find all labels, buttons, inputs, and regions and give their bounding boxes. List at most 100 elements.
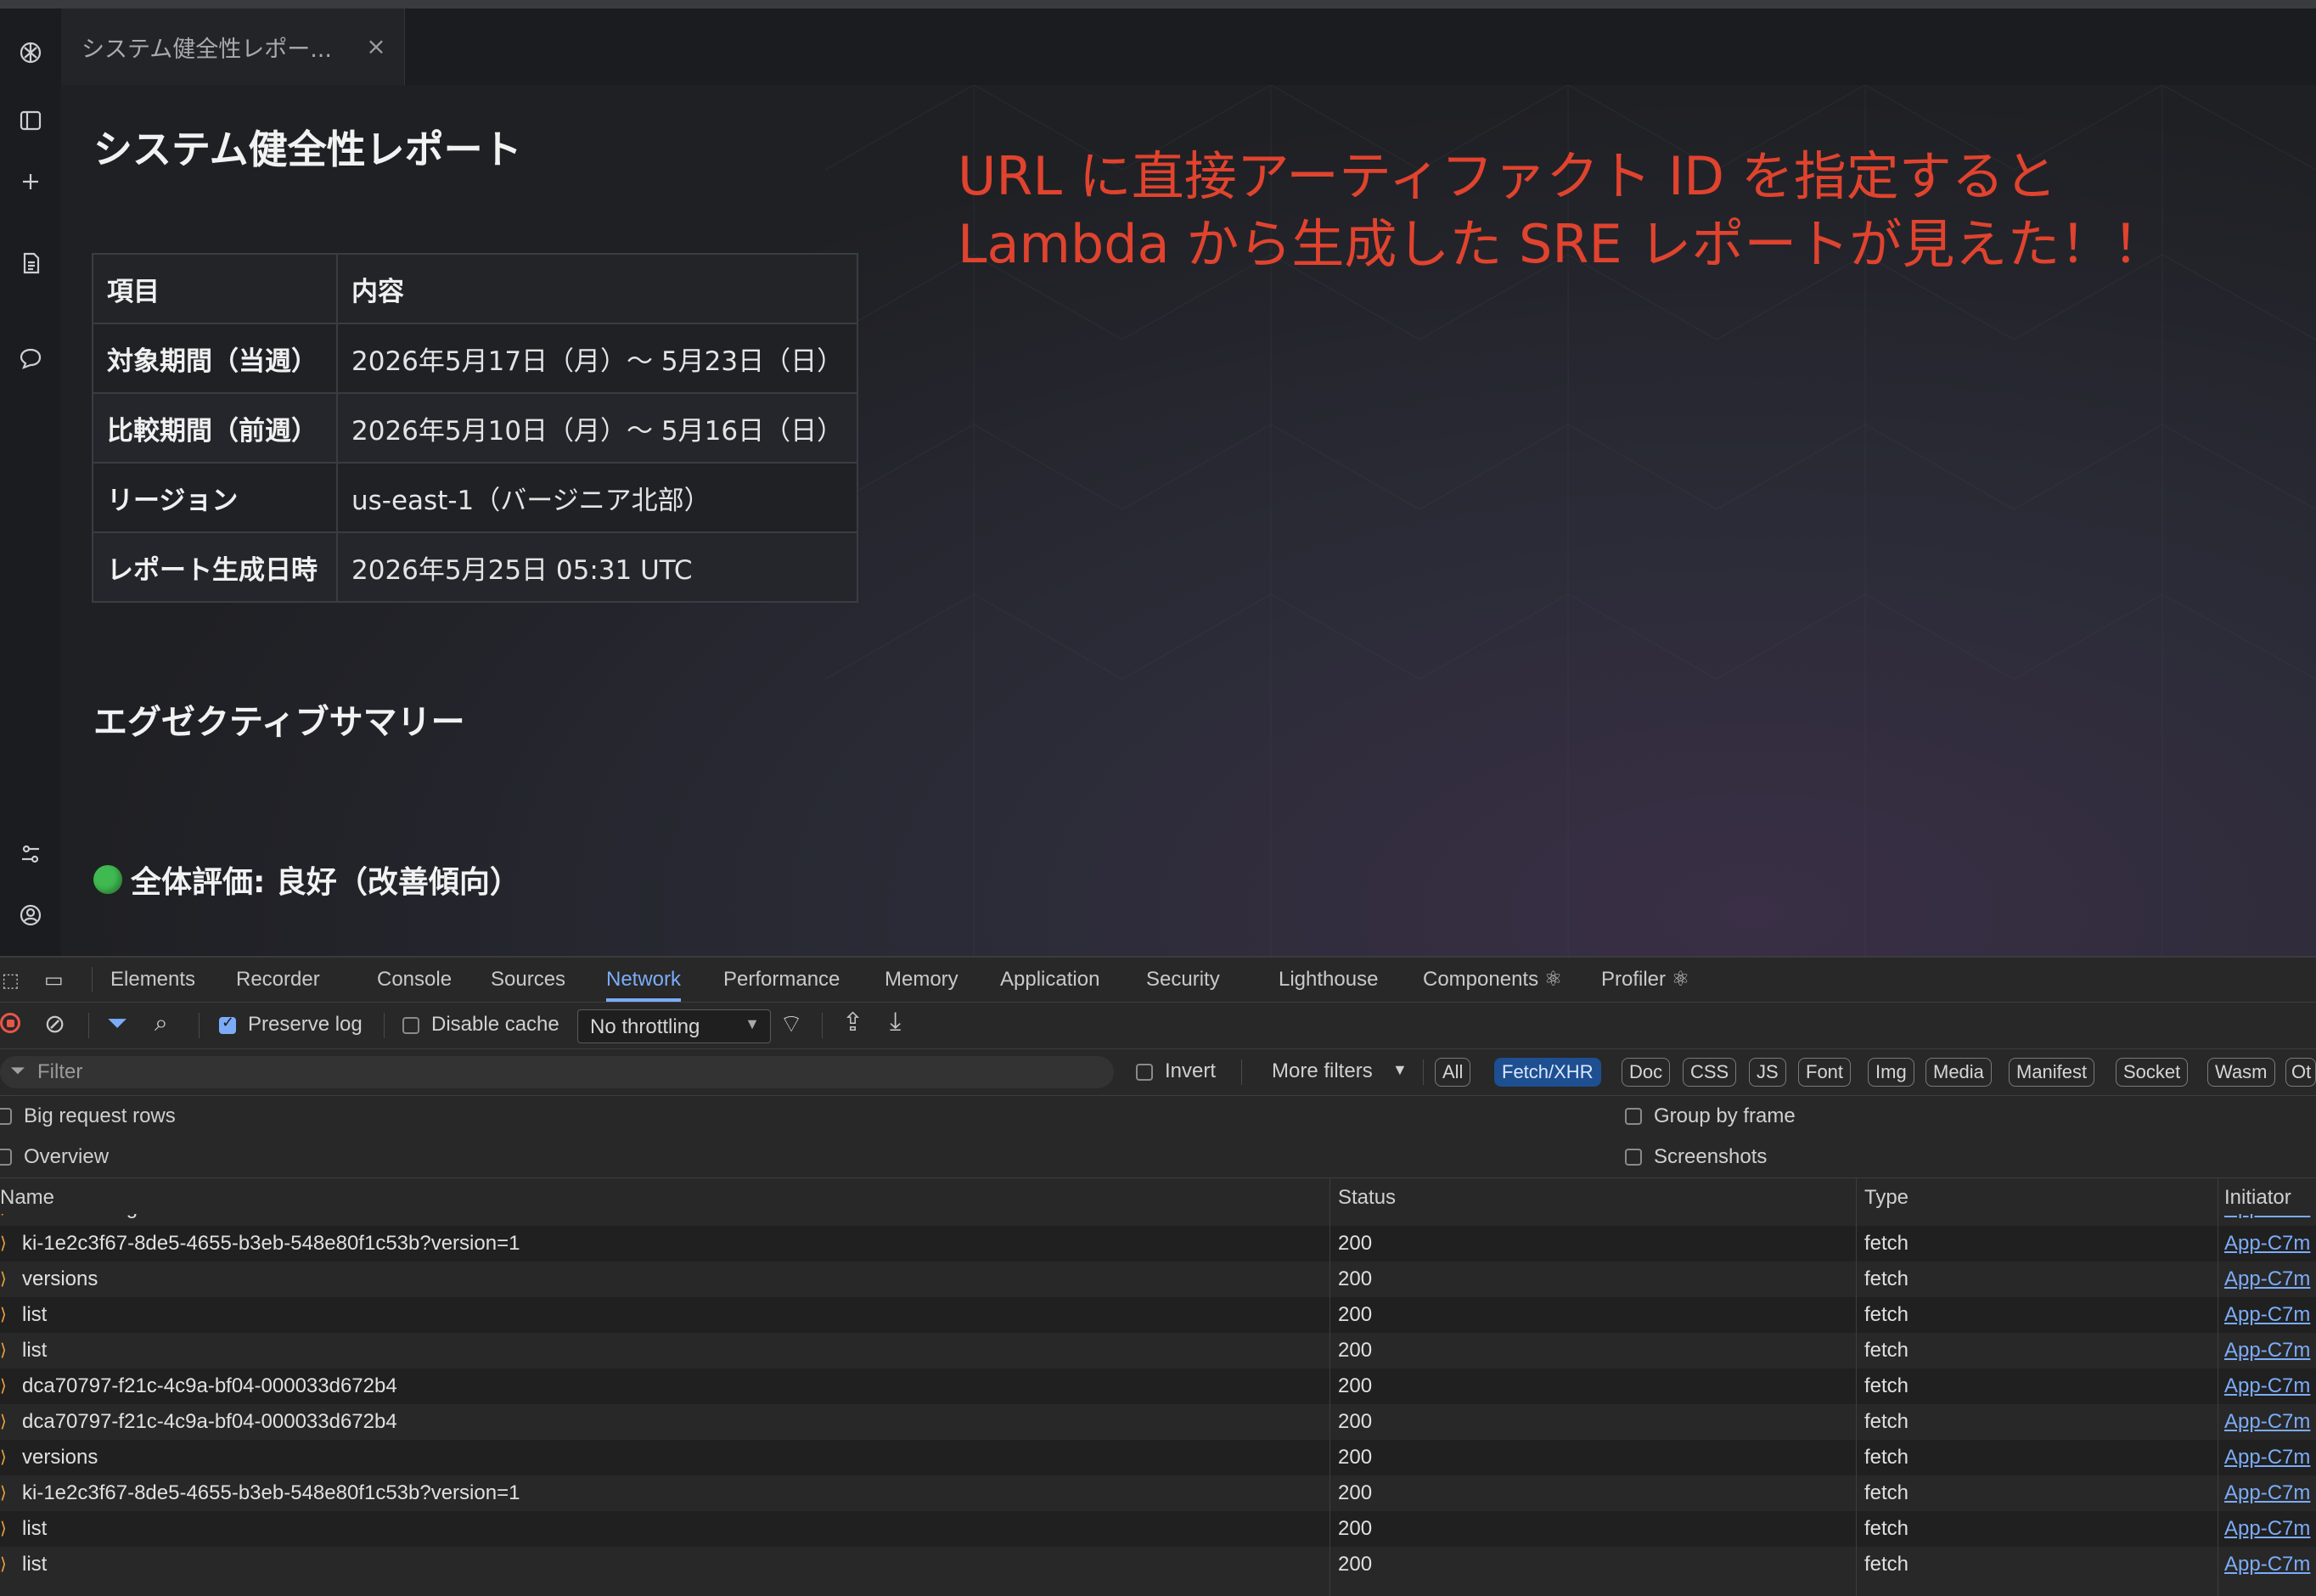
app-logo-icon[interactable] bbox=[12, 34, 49, 71]
export-har-icon[interactable]: ⤓ bbox=[890, 1008, 901, 1037]
throttling-value: No throttling bbox=[590, 1015, 700, 1038]
chip-doc[interactable]: Doc bbox=[1622, 1058, 1671, 1087]
request-type: fetch bbox=[1864, 1339, 1909, 1362]
request-initiator[interactable]: App-C7m bbox=[2224, 1262, 2310, 1297]
row-key: 対象期間（当週） bbox=[92, 323, 338, 394]
table-row[interactable]: ⟩ versions 200 fetch App-C7m bbox=[0, 1440, 2316, 1475]
request-initiator[interactable]: App-C7m bbox=[2224, 1475, 2310, 1511]
tab-memory[interactable]: Memory bbox=[885, 958, 958, 1002]
request-initiator[interactable]: App-C7m bbox=[2224, 1226, 2310, 1262]
chat-bubble-icon[interactable] bbox=[12, 340, 49, 377]
table-row[interactable]: ⟩ ki-1e2c3f67-8de5-4655-b3eb-548e80f1c53… bbox=[0, 1226, 2316, 1262]
tab-bar: システム健全性レポー... × bbox=[61, 8, 2316, 86]
chip-fetch-xhr[interactable]: Fetch/XHR bbox=[1494, 1058, 1601, 1087]
tab-console[interactable]: Console bbox=[377, 958, 452, 1002]
table-row[interactable]: ⟩ list 200 fetch App-C7m bbox=[0, 1333, 2316, 1368]
request-initiator[interactable]: App-C7m bbox=[2224, 1368, 2310, 1404]
more-filters-button[interactable]: More filters bbox=[1272, 1059, 1373, 1083]
request-initiator[interactable]: App-C7m bbox=[2224, 1404, 2310, 1440]
column-header-name[interactable]: Name bbox=[0, 1178, 54, 1214]
request-name: list bbox=[22, 1303, 48, 1326]
chip-media[interactable]: Media bbox=[1925, 1058, 1992, 1087]
settings-sliders-icon[interactable] bbox=[12, 835, 49, 873]
import-har-icon[interactable]: ⇪ bbox=[842, 1008, 863, 1037]
divider bbox=[92, 967, 93, 992]
column-header-status[interactable]: Status bbox=[1338, 1178, 1396, 1214]
device-toolbar-icon[interactable]: ▭ bbox=[44, 968, 64, 992]
fetch-request-icon: ⟩ bbox=[0, 1341, 7, 1360]
inspect-element-icon[interactable]: ⬚ bbox=[2, 969, 20, 992]
tab-performance[interactable]: Performance bbox=[723, 958, 840, 1002]
window-top-strip bbox=[0, 0, 2316, 8]
tab-title: システム健全性レポー... bbox=[82, 36, 332, 63]
devtools-tab-bar: ⬚ ▭ Elements Recorder Console Sources Ne… bbox=[0, 958, 2316, 1003]
table-row[interactable]: ⟩ list 200 fetch App-C7m bbox=[0, 1297, 2316, 1333]
overview-label: Overview bbox=[24, 1145, 110, 1168]
chip-img[interactable]: Img bbox=[1868, 1058, 1914, 1087]
tab-lighthouse[interactable]: Lighthouse bbox=[1279, 958, 1378, 1002]
chip-wasm[interactable]: Wasm bbox=[2207, 1058, 2275, 1087]
column-header-item: 項目 bbox=[92, 253, 338, 324]
request-name: versions bbox=[22, 1267, 98, 1290]
chip-css[interactable]: CSS bbox=[1683, 1058, 1737, 1087]
chip-js[interactable]: JS bbox=[1749, 1058, 1786, 1087]
clear-icon[interactable]: ⊘ bbox=[44, 1009, 65, 1039]
filter-funnel-icon[interactable]: ⏷ bbox=[107, 1009, 127, 1038]
column-header-initiator[interactable]: Initiator bbox=[2224, 1178, 2291, 1214]
account-icon[interactable] bbox=[12, 896, 49, 934]
network-conditions-icon[interactable]: ⌔ bbox=[779, 1008, 803, 1040]
new-plus-icon[interactable] bbox=[12, 163, 49, 200]
tab-recorder[interactable]: Recorder bbox=[236, 958, 320, 1002]
sidebar-toggle-icon[interactable] bbox=[12, 102, 49, 139]
document-icon[interactable] bbox=[12, 244, 49, 282]
column-divider bbox=[1856, 1214, 1857, 1596]
devtools-panel: ⬚ ▭ Elements Recorder Console Sources Ne… bbox=[0, 956, 2316, 1596]
table-row[interactable]: ⟩ versions 200 fetch App-C7m bbox=[0, 1262, 2316, 1297]
column-header-type[interactable]: Type bbox=[1864, 1178, 1908, 1214]
group-by-frame-checkbox[interactable] bbox=[1625, 1108, 1642, 1125]
table-row[interactable]: ⟩ dca70797-f21c-4c9a-bf04-000033d672b4 2… bbox=[0, 1404, 2316, 1440]
big-request-rows-checkbox[interactable] bbox=[0, 1108, 12, 1125]
tab-elements[interactable]: Elements bbox=[110, 958, 195, 1002]
tab-application[interactable]: Application bbox=[1000, 958, 1099, 1002]
chip-all[interactable]: All bbox=[1435, 1058, 1471, 1087]
tab-network[interactable]: Network bbox=[606, 958, 682, 1002]
row-value: 2026年5月10日（月）〜 5月16日（日） bbox=[335, 392, 859, 464]
search-icon[interactable]: ⌕ bbox=[155, 1009, 168, 1037]
chevron-down-icon: ▼ bbox=[745, 1015, 760, 1032]
request-initiator[interactable]: App-C7m bbox=[2224, 1333, 2310, 1368]
table-row[interactable]: ⟩ dca70797-f21c-4c9a-bf04-000033d672b4 2… bbox=[0, 1368, 2316, 1404]
table-row[interactable]: ⟩ list 200 fetch App-C7m bbox=[0, 1511, 2316, 1547]
overview-checkbox[interactable] bbox=[0, 1149, 12, 1166]
request-initiator[interactable]: App-C7m bbox=[2224, 1214, 2310, 1226]
table-row: 比較期間（前週） 2026年5月10日（月）〜 5月16日（日） bbox=[92, 392, 859, 464]
chip-font[interactable]: Font bbox=[1798, 1058, 1852, 1087]
fetch-request-icon: ⟩ bbox=[0, 1270, 7, 1289]
tab-report[interactable]: システム健全性レポー... × bbox=[61, 8, 405, 85]
tab-components[interactable]: Components ⚛ bbox=[1423, 958, 1562, 1002]
preserve-log-checkbox[interactable] bbox=[219, 1014, 236, 1034]
chip-other[interactable]: Ot bbox=[2285, 1058, 2316, 1087]
filter-input[interactable]: ⏷ Filter bbox=[0, 1056, 1114, 1088]
disable-cache-checkbox[interactable] bbox=[402, 1017, 419, 1034]
chip-manifest[interactable]: Manifest bbox=[2009, 1058, 2095, 1087]
screenshots-checkbox[interactable] bbox=[1625, 1149, 1642, 1166]
request-initiator[interactable]: App-C7m bbox=[2224, 1511, 2310, 1547]
tab-profiler[interactable]: Profiler ⚛ bbox=[1601, 958, 1689, 1002]
request-initiator[interactable]: App-C7m bbox=[2224, 1297, 2310, 1333]
tab-sources[interactable]: Sources bbox=[491, 958, 565, 1002]
table-row[interactable]: ⟩ sendMessage 200 fetch App-C7m bbox=[0, 1214, 2316, 1226]
request-initiator[interactable]: App-C7m bbox=[2224, 1440, 2310, 1475]
chip-socket[interactable]: Socket bbox=[2116, 1058, 2189, 1087]
close-icon[interactable]: × bbox=[363, 34, 389, 59]
invert-checkbox[interactable] bbox=[1136, 1064, 1153, 1081]
table-row[interactable]: ⟩ list 200 fetch App-C7m bbox=[0, 1547, 2316, 1582]
fetch-request-icon: ⟩ bbox=[0, 1306, 7, 1324]
table-row[interactable]: ⟩ ki-1e2c3f67-8de5-4655-b3eb-548e80f1c53… bbox=[0, 1475, 2316, 1511]
throttling-select[interactable]: No throttling ▼ bbox=[577, 1009, 771, 1043]
network-toolbar: ⊘ ⏷ ⌕ Preserve log Disable cache No thro… bbox=[0, 1003, 2316, 1049]
tab-security[interactable]: Security bbox=[1146, 958, 1220, 1002]
request-initiator[interactable]: App-C7m bbox=[2224, 1547, 2310, 1582]
preserve-log-label: Preserve log bbox=[248, 1013, 363, 1036]
request-name: ki-1e2c3f67-8de5-4655-b3eb-548e80f1c53b?… bbox=[22, 1481, 520, 1504]
